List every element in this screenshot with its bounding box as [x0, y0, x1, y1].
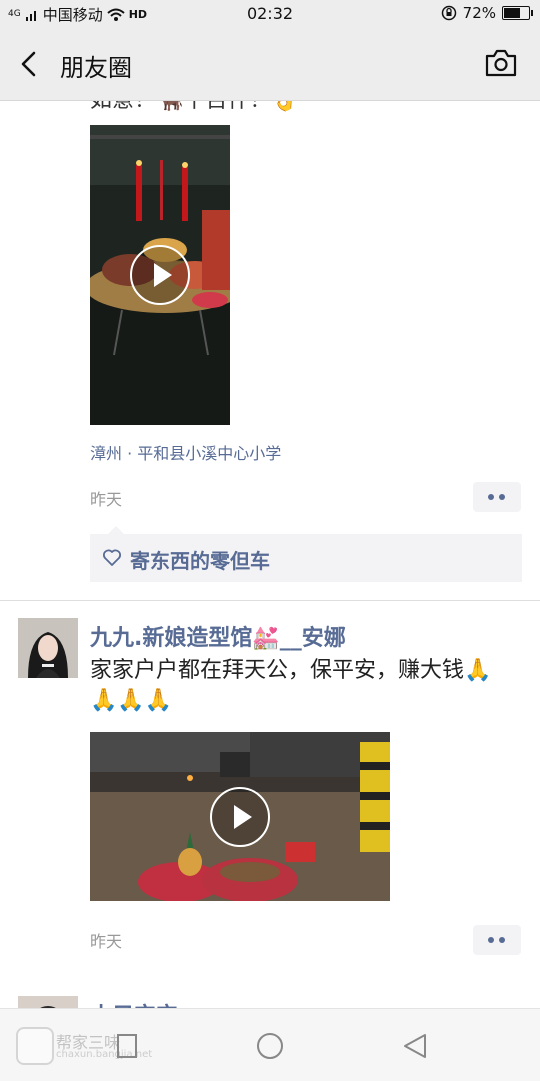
post-text: 家家户户都在拜天公，保平安，赚大钱🙏🙏🙏🙏	[90, 658, 492, 713]
back-icon[interactable]	[400, 1031, 430, 1061]
battery-icon	[502, 6, 533, 20]
watermark-logo-icon	[16, 1027, 54, 1065]
system-nav-bar: 帮家三味 chaxun.bangjia.net	[0, 1008, 540, 1081]
more-actions-button[interactable]	[473, 925, 521, 955]
status-bar: 4G 中国移动 HD 02:32 72%	[0, 0, 540, 28]
camera-icon[interactable]	[484, 48, 518, 78]
rotation-lock-icon	[441, 5, 456, 21]
play-button[interactable]	[210, 787, 270, 847]
moments-feed[interactable]: 如意！🐂千百什！👌 漳州 · 平和县小溪中心小学 昨天 寄东西的零但车 九九.新…	[0, 100, 540, 1008]
page-title: 朋友圈	[60, 54, 132, 82]
post-divider	[0, 600, 540, 601]
heart-icon	[103, 549, 121, 566]
likes-panel: 寄东西的零但车	[90, 526, 522, 582]
recents-icon[interactable]	[113, 1031, 143, 1061]
play-button[interactable]	[130, 245, 190, 305]
more-actions-button[interactable]	[473, 482, 521, 512]
post-location[interactable]: 漳州 · 平和县小溪中心小学	[90, 440, 281, 464]
post-author[interactable]: 九九.新娘造型馆💒__安娜	[90, 620, 346, 652]
back-arrow-icon[interactable]	[14, 48, 46, 80]
home-icon[interactable]	[255, 1031, 285, 1061]
like-user-name[interactable]: 寄东西的零但车	[130, 545, 270, 574]
battery-percent: 72%	[462, 4, 496, 22]
post-author-cut[interactable]: 小只宝宝	[90, 998, 178, 1008]
post-time: 昨天	[90, 932, 123, 951]
video-thumbnail[interactable]	[90, 732, 390, 901]
post-time: 昨天	[90, 490, 123, 509]
avatar[interactable]	[18, 996, 78, 1008]
video-thumbnail[interactable]	[90, 125, 230, 425]
nav-bar: 朋友圈	[0, 28, 540, 101]
post-text-cut: 如意！🐂千百什！👌	[90, 100, 299, 113]
avatar[interactable]	[18, 618, 78, 678]
